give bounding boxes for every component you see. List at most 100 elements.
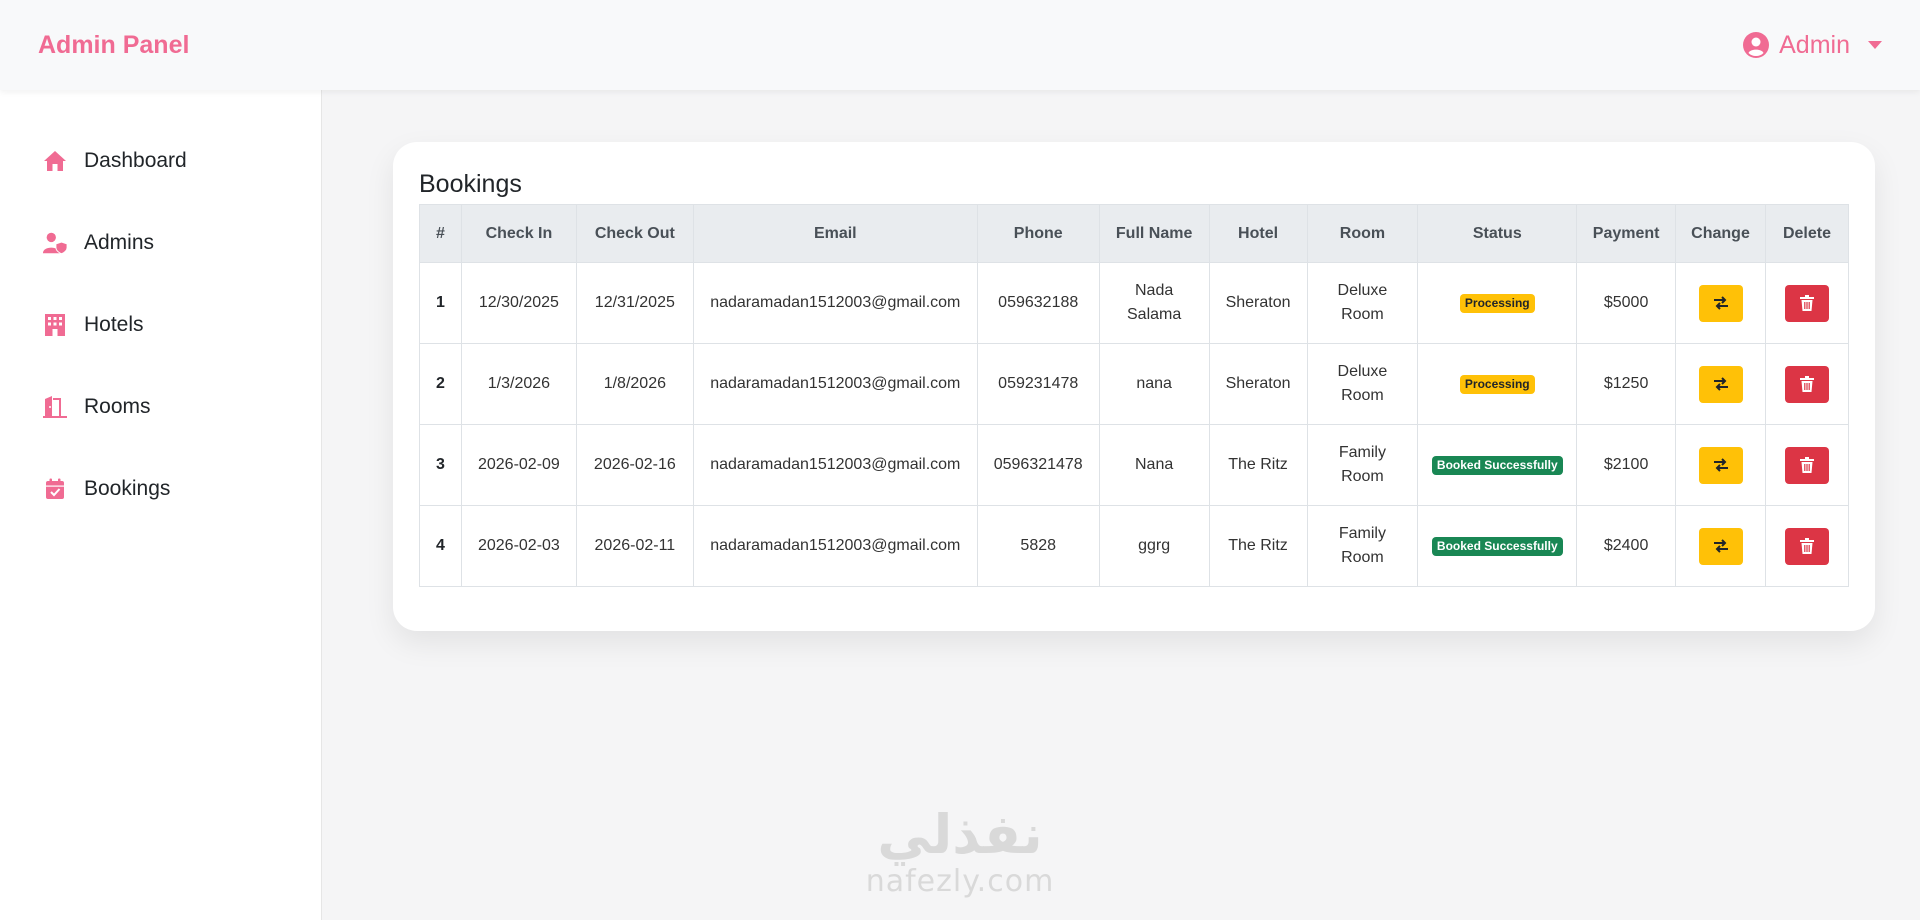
full-name-cell: ggrg <box>1098 505 1210 587</box>
check-out-cell: 12/31/2025 <box>575 262 694 344</box>
bookings-card: Bookings # Check In Check Out Email Phon… <box>393 142 1875 631</box>
change-cell <box>1675 262 1766 344</box>
hotel-cell: The Ritz <box>1208 505 1308 587</box>
user-menu-dropdown[interactable]: Admin <box>1743 31 1882 60</box>
column-header: # <box>419 204 462 263</box>
trash-icon <box>1799 457 1814 473</box>
column-header: Check Out <box>575 204 694 263</box>
sidebar-item-label: Hotels <box>84 313 144 336</box>
change-status-button[interactable] <box>1698 446 1743 484</box>
delete-cell <box>1764 505 1850 587</box>
row-index: 4 <box>419 505 462 587</box>
user-circle-icon <box>1743 32 1770 58</box>
check-in-cell: 2026-02-09 <box>460 424 577 506</box>
check-out-cell: 2026-02-11 <box>575 505 694 587</box>
status-badge: Booked Successfully <box>1431 456 1563 475</box>
change-status-button[interactable] <box>1698 365 1743 403</box>
chevron-down-icon <box>1868 41 1882 49</box>
phone-cell: 0596321478 <box>976 424 1100 506</box>
full-name-cell: Nada Salama <box>1098 262 1210 344</box>
column-header: Phone <box>976 204 1100 263</box>
sidebar-item-dashboard[interactable]: Dashboard <box>0 120 321 202</box>
status-badge: Processing <box>1459 294 1535 313</box>
delete-cell <box>1764 424 1850 506</box>
sidebar-item-label: Admins <box>84 231 155 254</box>
check-in-cell: 12/30/2025 <box>460 262 577 344</box>
table-header-row: # Check In Check Out Email Phone Full Na… <box>419 204 1850 263</box>
room-cell: Family Room <box>1306 505 1419 587</box>
table-row: 4 2026-02-03 2026-02-11 nadaramadan15120… <box>419 505 1850 587</box>
delete-booking-button[interactable] <box>1784 527 1829 565</box>
trash-icon <box>1799 295 1814 311</box>
column-header: Status <box>1417 204 1578 263</box>
delete-cell <box>1764 262 1850 344</box>
email-cell: nadaramadan1512003@gmail.com <box>692 424 978 506</box>
column-header: Check In <box>460 204 577 263</box>
table-row: 1 12/30/2025 12/31/2025 nadaramadan15120… <box>419 262 1850 344</box>
delete-booking-button[interactable] <box>1784 446 1829 484</box>
page-title: Bookings <box>419 170 522 198</box>
sidebar-item-hotels[interactable]: Hotels <box>0 284 321 366</box>
email-cell: nadaramadan1512003@gmail.com <box>692 505 978 587</box>
check-in-cell: 2026-02-03 <box>460 505 577 587</box>
watermark-latin: nafezly.com <box>865 864 1055 899</box>
column-header: Full Name <box>1098 204 1210 263</box>
row-index: 2 <box>419 343 462 425</box>
column-header: Change <box>1675 204 1766 263</box>
sidebar-item-rooms[interactable]: Rooms <box>0 366 321 448</box>
calendar-check-icon <box>42 477 68 501</box>
check-out-cell: 1/8/2026 <box>575 343 694 425</box>
payment-cell: $2400 <box>1576 505 1677 587</box>
exchange-icon <box>1713 377 1728 391</box>
change-status-button[interactable] <box>1698 284 1743 322</box>
room-cell: Family Room <box>1306 424 1419 506</box>
check-out-cell: 2026-02-16 <box>575 424 694 506</box>
full-name-cell: Nana <box>1098 424 1210 506</box>
bookings-table: # Check In Check Out Email Phone Full Na… <box>419 204 1850 587</box>
exchange-icon <box>1713 539 1728 553</box>
room-cell: Deluxe Room <box>1306 343 1419 425</box>
sidebar-item-label: Bookings <box>84 477 171 500</box>
watermark: نفذلي nafezly.com <box>850 805 1070 899</box>
hotel-cell: Sheraton <box>1208 262 1308 344</box>
home-icon <box>42 149 68 173</box>
table-row: 3 2026-02-09 2026-02-16 nadaramadan15120… <box>419 424 1850 506</box>
exchange-icon <box>1713 458 1728 472</box>
sidebar: Dashboard Admins Hotels Rooms Bookings <box>0 90 322 920</box>
row-index: 3 <box>419 424 462 506</box>
room-cell: Deluxe Room <box>1306 262 1419 344</box>
change-status-button[interactable] <box>1698 527 1743 565</box>
door-open-icon <box>42 395 68 419</box>
phone-cell: 059231478 <box>976 343 1100 425</box>
email-cell: nadaramadan1512003@gmail.com <box>692 262 978 344</box>
change-cell <box>1675 343 1766 425</box>
column-header: Payment <box>1576 204 1677 263</box>
sidebar-item-label: Rooms <box>84 395 151 418</box>
brand-title[interactable]: Admin Panel <box>38 31 189 60</box>
sidebar-item-label: Dashboard <box>84 149 187 172</box>
delete-cell <box>1764 343 1850 425</box>
payment-cell: $1250 <box>1576 343 1677 425</box>
email-cell: nadaramadan1512003@gmail.com <box>692 343 978 425</box>
payment-cell: $5000 <box>1576 262 1677 344</box>
hotel-cell: Sheraton <box>1208 343 1308 425</box>
hotel-icon <box>42 313 68 337</box>
table-row: 2 1/3/2026 1/8/2026 nadaramadan1512003@g… <box>419 343 1850 425</box>
delete-booking-button[interactable] <box>1784 284 1829 322</box>
trash-icon <box>1799 538 1814 554</box>
column-header: Room <box>1306 204 1419 263</box>
sidebar-item-admins[interactable]: Admins <box>0 202 321 284</box>
status-cell: Booked Successfully <box>1417 424 1578 506</box>
sidebar-item-bookings[interactable]: Bookings <box>0 448 321 530</box>
change-cell <box>1675 424 1766 506</box>
status-cell: Processing <box>1417 343 1578 425</box>
status-cell: Processing <box>1417 262 1578 344</box>
watermark-arabic: نفذلي <box>877 803 1043 866</box>
trash-icon <box>1799 376 1814 392</box>
change-cell <box>1675 505 1766 587</box>
row-index: 1 <box>419 262 462 344</box>
phone-cell: 059632188 <box>976 262 1100 344</box>
delete-booking-button[interactable] <box>1784 365 1829 403</box>
exchange-icon <box>1713 296 1728 310</box>
top-navbar: Admin Panel Admin <box>0 0 1920 90</box>
